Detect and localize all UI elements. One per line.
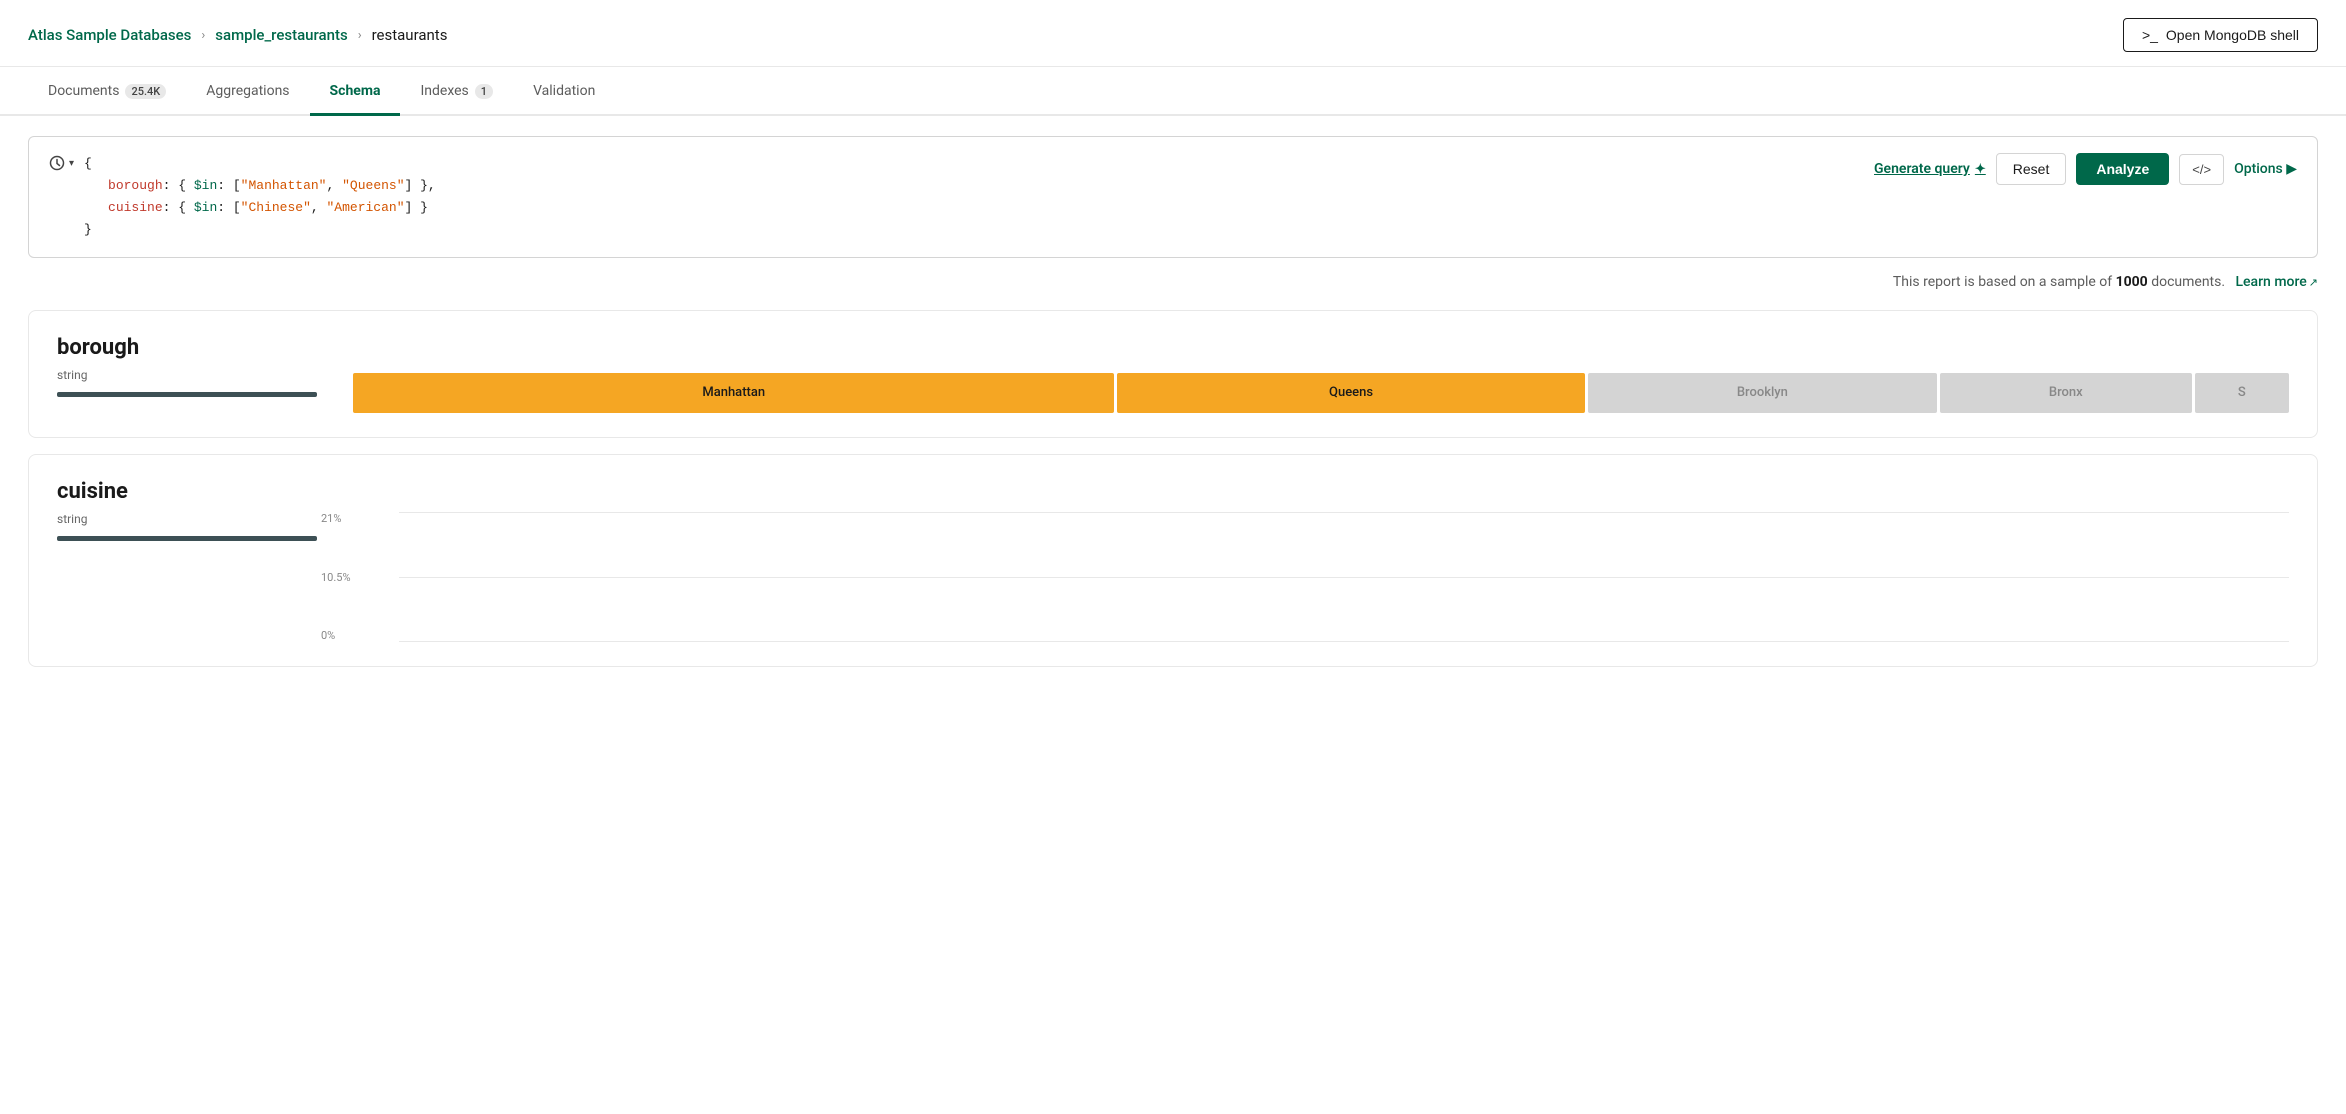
sample-info: This report is based on a sample of 1000… bbox=[28, 274, 2318, 290]
cuisine-y-labels: 21% 10.5% 0% bbox=[321, 512, 351, 642]
sparkle-icon: ✦ bbox=[1975, 162, 1986, 177]
breadcrumb-sep1: › bbox=[201, 28, 205, 43]
query-left: ▾ { borough: { $in: ["Manhattan", "Queen… bbox=[49, 153, 436, 241]
y-label-top: 21% bbox=[321, 512, 351, 525]
borough-bar-bronx[interactable]: Bronx bbox=[1940, 373, 2191, 413]
cuisine-chart-area bbox=[399, 512, 2289, 642]
shell-icon: >_ bbox=[2142, 27, 2158, 43]
cuisine-field-card: cuisine string 21% 10.5% 0% bbox=[28, 454, 2318, 667]
main-content: ▾ { borough: { $in: ["Manhattan", "Queen… bbox=[0, 116, 2346, 703]
cuisine-chart: string 21% 10.5% 0% bbox=[57, 512, 2289, 642]
external-link-icon: ↗ bbox=[2309, 276, 2318, 289]
borough-left: string bbox=[57, 368, 337, 413]
borough-bar-brooklyn[interactable]: Brooklyn bbox=[1588, 373, 1937, 413]
cuisine-left: string bbox=[57, 512, 337, 557]
sample-text-before: This report is based on a sample of bbox=[1893, 274, 2116, 290]
tab-indexes[interactable]: Indexes 1 bbox=[400, 67, 513, 116]
y-label-mid: 10.5% bbox=[321, 571, 351, 584]
analyze-button[interactable]: Analyze bbox=[2076, 153, 2169, 185]
borough-bar-staten[interactable]: S bbox=[2195, 373, 2289, 413]
breadcrumb-collection: restaurants bbox=[372, 26, 448, 44]
borough-bars: Manhattan Queens Brooklyn Bronx S bbox=[353, 373, 2289, 413]
borough-bar-queens[interactable]: Queens bbox=[1117, 373, 1584, 413]
cuisine-right: 21% 10.5% 0% bbox=[357, 512, 2289, 642]
query-code: { borough: { $in: ["Manhattan", "Queens"… bbox=[84, 153, 436, 241]
borough-field-card: borough string Manhattan Queens Brooklyn… bbox=[28, 310, 2318, 438]
code-button[interactable]: </> bbox=[2179, 154, 2224, 185]
cuisine-field-name: cuisine bbox=[57, 479, 2289, 504]
tab-validation[interactable]: Validation bbox=[513, 67, 615, 116]
tab-aggregations-label: Aggregations bbox=[206, 83, 289, 99]
tab-documents-label: Documents bbox=[48, 83, 119, 99]
tabs-bar: Documents 25.4K Aggregations Schema Inde… bbox=[0, 67, 2346, 116]
borough-field-name: borough bbox=[57, 335, 2289, 360]
sample-count: 1000 bbox=[2116, 274, 2148, 290]
breadcrumb-root[interactable]: Atlas Sample Databases bbox=[28, 26, 191, 44]
cuisine-completeness-bar bbox=[57, 536, 317, 541]
y-label-bot: 0% bbox=[321, 629, 351, 642]
query-actions: Generate query ✦ Reset Analyze </> Optio… bbox=[1874, 153, 2297, 185]
tab-aggregations[interactable]: Aggregations bbox=[186, 67, 309, 116]
breadcrumb: Atlas Sample Databases › sample_restaura… bbox=[28, 26, 447, 44]
tab-validation-label: Validation bbox=[533, 83, 595, 99]
reset-button[interactable]: Reset bbox=[1996, 153, 2067, 185]
options-button[interactable]: Options ▶ bbox=[2234, 161, 2297, 177]
tab-documents[interactable]: Documents 25.4K bbox=[28, 67, 186, 116]
chevron-down-icon: ▾ bbox=[69, 158, 74, 169]
query-toolbar: ▾ { borough: { $in: ["Manhattan", "Queen… bbox=[49, 153, 2297, 241]
header: Atlas Sample Databases › sample_restaura… bbox=[0, 0, 2346, 67]
borough-completeness-bar bbox=[57, 392, 317, 397]
learn-more-link[interactable]: Learn more ↗ bbox=[2235, 274, 2318, 290]
borough-bar-manhattan[interactable]: Manhattan bbox=[353, 373, 1114, 413]
tab-indexes-label: Indexes bbox=[420, 83, 468, 99]
tab-indexes-badge: 1 bbox=[475, 84, 493, 99]
borough-field-type: string bbox=[57, 368, 337, 382]
borough-row: string Manhattan Queens Brooklyn Bronx S bbox=[57, 368, 2289, 413]
cuisine-field-type: string bbox=[57, 512, 337, 526]
tab-schema[interactable]: Schema bbox=[310, 67, 401, 116]
open-shell-label: Open MongoDB shell bbox=[2166, 27, 2299, 43]
generate-query-label: Generate query bbox=[1874, 161, 1970, 177]
generate-query-button[interactable]: Generate query ✦ bbox=[1874, 161, 1986, 177]
query-history-button[interactable]: ▾ bbox=[49, 155, 74, 171]
breadcrumb-db[interactable]: sample_restaurants bbox=[215, 26, 347, 44]
open-shell-button[interactable]: >_ Open MongoDB shell bbox=[2123, 18, 2318, 52]
tab-documents-badge: 25.4K bbox=[125, 84, 166, 99]
sample-text-after: documents. bbox=[2151, 274, 2225, 290]
query-editor: ▾ { borough: { $in: ["Manhattan", "Queen… bbox=[28, 136, 2318, 258]
breadcrumb-sep2: › bbox=[358, 28, 362, 43]
tab-schema-label: Schema bbox=[330, 83, 381, 99]
